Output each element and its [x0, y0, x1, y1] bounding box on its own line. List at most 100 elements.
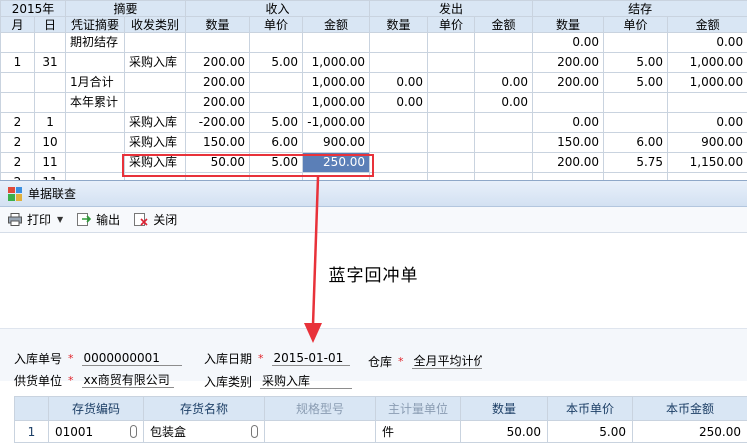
ledger-cell[interactable]: 1,000.00: [302, 92, 371, 113]
ledger-cell[interactable]: 900.00: [302, 132, 371, 153]
ledger-row[interactable]: 2 11 采购入库 50.00 5.00 250.00 200.00 5.75 1,150.00: [0, 152, 747, 173]
ledger-cell[interactable]: 2: [0, 112, 35, 133]
ledger-cell[interactable]: [369, 112, 429, 133]
ledger-cell[interactable]: 11: [33, 152, 67, 173]
ledger-cell[interactable]: [249, 172, 304, 180]
ledger-cell[interactable]: 1,000.00: [302, 72, 371, 93]
ledger-cell[interactable]: 0.00: [532, 112, 605, 133]
ledger-row[interactable]: 本年累计 200.00 1,000.00 0.00 0.00: [0, 92, 747, 113]
export-button[interactable]: 输出: [77, 211, 120, 228]
ledger-cell[interactable]: [532, 172, 605, 180]
ledger-cell[interactable]: 0.00: [369, 72, 429, 93]
caret-down-icon[interactable]: ▼: [57, 215, 63, 224]
ledger-cell[interactable]: 150.00: [185, 132, 251, 153]
dialog-titlebar[interactable]: 单据联查: [0, 181, 747, 207]
grid-col-header[interactable]: 数量: [460, 396, 548, 421]
paperclip-icon[interactable]: [130, 425, 137, 438]
ledger-cell[interactable]: [474, 32, 534, 53]
ledger-cell[interactable]: [0, 32, 35, 53]
print-button[interactable]: 打印 ▼: [8, 211, 63, 228]
ledger-cell[interactable]: 200.00: [185, 52, 251, 73]
ledger-cell[interactable]: [427, 112, 476, 133]
grid-cell[interactable]: [264, 420, 376, 443]
grid-col-header[interactable]: 存货名称: [143, 396, 265, 421]
ledger-cell[interactable]: 11: [33, 172, 67, 180]
ledger-cell[interactable]: [0, 72, 35, 93]
ledger-cell[interactable]: [302, 172, 371, 180]
grid-col-header[interactable]: 规格型号: [264, 396, 376, 421]
ledger-cell[interactable]: -1,000.00: [302, 112, 371, 133]
grid-col-header[interactable]: 本币单价: [547, 396, 633, 421]
ledger-cell[interactable]: [249, 32, 304, 53]
ledger-cell[interactable]: 150.00: [532, 132, 605, 153]
ledger-cell[interactable]: [65, 52, 126, 73]
receipt-type-input[interactable]: 采购入库: [260, 373, 353, 389]
ledger-cell[interactable]: 2: [0, 172, 35, 180]
ledger-cell[interactable]: 1,000.00: [667, 52, 747, 73]
grid-row[interactable]: 1 01001 包装盒 件 50.00 5.00 250.00: [14, 420, 747, 443]
receipt-no-input[interactable]: 0000000001: [81, 350, 182, 366]
ledger-cell[interactable]: [124, 72, 187, 93]
ledger-cell[interactable]: 1: [33, 112, 67, 133]
ledger-cell[interactable]: 采购入库: [124, 152, 187, 173]
ledger-cell[interactable]: [65, 152, 126, 173]
ledger-cell[interactable]: 0.00: [532, 32, 605, 53]
supplier-input[interactable]: xx商贸有限公司: [81, 372, 174, 388]
ledger-cell[interactable]: [33, 32, 67, 53]
ledger-cell[interactable]: 200.00: [532, 52, 605, 73]
ledger-cell[interactable]: 本年累计: [65, 92, 126, 113]
ledger-cell[interactable]: [427, 52, 476, 73]
warehouse-input[interactable]: 全月平均计价: [411, 353, 482, 369]
close-button[interactable]: 关闭: [134, 211, 177, 228]
ledger-cell[interactable]: 10: [33, 132, 67, 153]
ledger-cell[interactable]: 5.00: [603, 52, 669, 73]
ledger-cell[interactable]: [65, 132, 126, 153]
grid-cell[interactable]: 50.00: [460, 420, 548, 443]
ledger-cell[interactable]: [249, 92, 304, 113]
grid-cell[interactable]: 250.00: [632, 420, 747, 443]
grid-cell[interactable]: 5.00: [547, 420, 633, 443]
ledger-cell[interactable]: 采购入库: [124, 52, 187, 73]
ledger-cell[interactable]: 1,150.00: [667, 152, 747, 173]
ledger-cell[interactable]: [249, 72, 304, 93]
ledger-cell[interactable]: 5.00: [249, 52, 304, 73]
ledger-cell[interactable]: 6.00: [603, 132, 669, 153]
ledger-cell[interactable]: 0.00: [474, 72, 534, 93]
grid-cell[interactable]: 件: [375, 420, 461, 443]
ledger-cell[interactable]: [369, 32, 429, 53]
ledger-cell[interactable]: [33, 92, 67, 113]
ledger-cell[interactable]: 1: [0, 52, 35, 73]
ledger-cell[interactable]: [33, 72, 67, 93]
ledger-cell[interactable]: [427, 32, 476, 53]
ledger-cell[interactable]: [603, 112, 669, 133]
ledger-cell[interactable]: [65, 112, 126, 133]
grid-col-header[interactable]: 主计量单位: [375, 396, 461, 421]
ledger-cell[interactable]: [427, 92, 476, 113]
ledger-cell[interactable]: 采购入库: [124, 112, 187, 133]
paperclip-icon[interactable]: [251, 425, 258, 438]
ledger-cell[interactable]: [427, 72, 476, 93]
ledger-cell[interactable]: [124, 92, 187, 113]
ledger-cell[interactable]: 31: [33, 52, 67, 73]
ledger-cell[interactable]: 200.00: [532, 72, 605, 93]
ledger-cell[interactable]: 0.00: [369, 92, 429, 113]
ledger-cell[interactable]: [302, 32, 371, 53]
ledger-cell[interactable]: 0.00: [667, 112, 747, 133]
grid-col-header[interactable]: 存货编码: [48, 396, 144, 421]
ledger-cell[interactable]: [124, 32, 187, 53]
ledger-cell[interactable]: [474, 52, 534, 73]
ledger-cell[interactable]: [369, 152, 429, 173]
ledger-cell[interactable]: [532, 92, 605, 113]
ledger-cell[interactable]: [603, 172, 669, 180]
ledger-cell[interactable]: [185, 32, 251, 53]
ledger-cell[interactable]: 采购入库: [124, 132, 187, 153]
ledger-cell[interactable]: 0.00: [474, 92, 534, 113]
ledger-cell[interactable]: 2: [0, 132, 35, 153]
ledger-cell[interactable]: [185, 172, 251, 180]
grid-cell[interactable]: 01001: [48, 420, 144, 443]
ledger-cell[interactable]: 250.00: [302, 152, 371, 173]
ledger-cell[interactable]: 期初结存: [65, 32, 126, 53]
ledger-row[interactable]: 1 31 采购入库 200.00 5.00 1,000.00 200.00 5.00 1,000…: [0, 52, 747, 73]
ledger-cell[interactable]: 1,000.00: [302, 52, 371, 73]
ledger-cell[interactable]: [427, 132, 476, 153]
